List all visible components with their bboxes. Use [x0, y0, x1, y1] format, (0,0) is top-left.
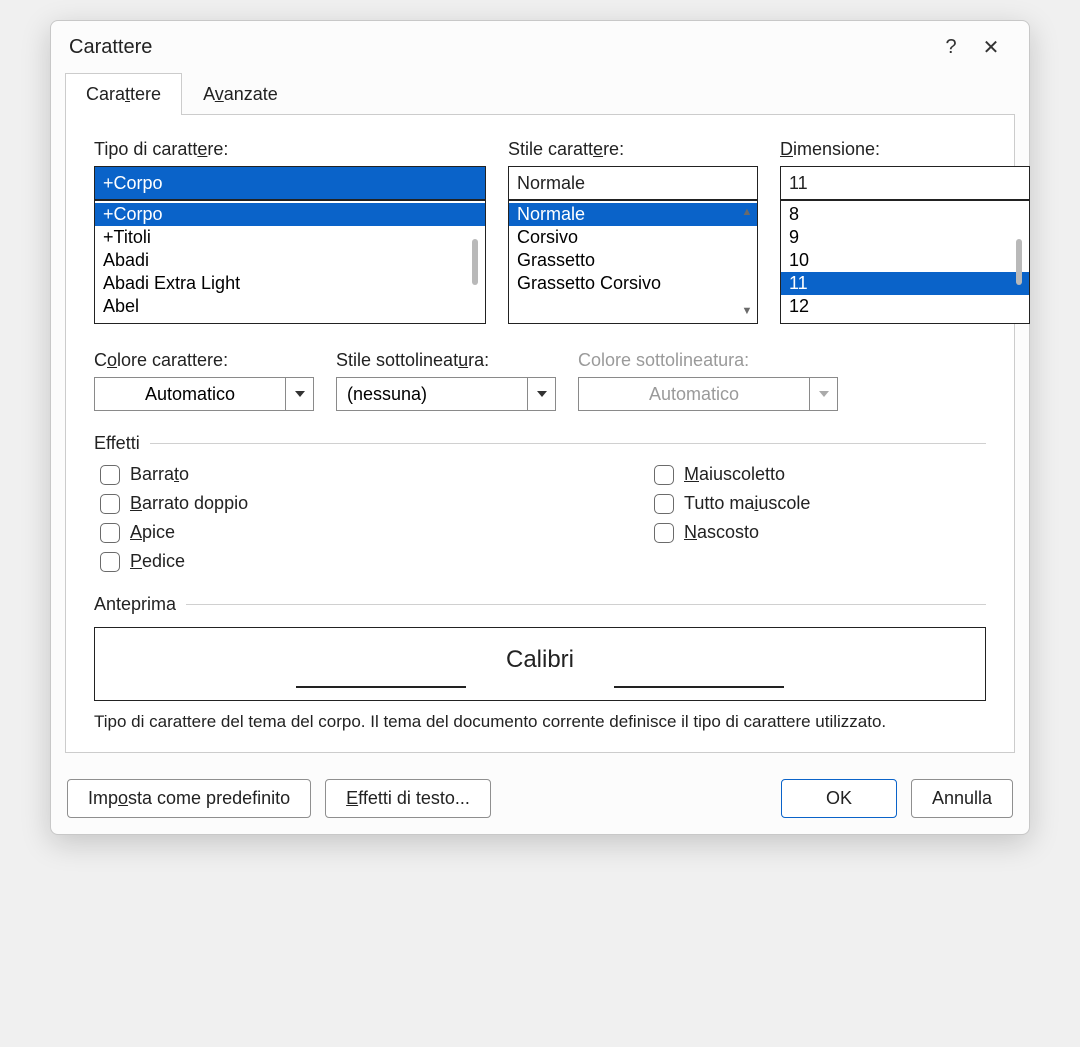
cancel-button[interactable]: Annulla — [911, 779, 1013, 818]
dialog-title: Carattere — [69, 36, 931, 59]
label-style: Stile carattere: — [508, 139, 758, 160]
list-item[interactable]: Normale — [509, 203, 757, 226]
scroll-up-icon[interactable]: ▲ — [742, 207, 753, 218]
footer: Imposta come predefinito Effetti di test… — [51, 767, 1029, 834]
checkbox-smallcaps[interactable]: Maiuscoletto — [654, 464, 810, 485]
list-item[interactable]: +Titoli — [95, 226, 485, 249]
underline-style-dropdown[interactable]: (nessuna) — [336, 377, 556, 411]
list-item[interactable]: Corsivo — [509, 226, 757, 249]
scroll-down-icon[interactable]: ▼ — [742, 306, 753, 317]
list-item[interactable]: Grassetto — [509, 249, 757, 272]
font-listbox[interactable]: +Corpo +Titoli Abadi Abadi Extra Light A… — [94, 200, 486, 324]
label-font-color: Colore carattere: — [94, 350, 314, 371]
scrollbar[interactable] — [1011, 207, 1027, 317]
tab-advanced[interactable]: Avanzate — [182, 73, 299, 115]
chevron-down-icon — [285, 378, 313, 410]
checkbox-superscript[interactable]: Apice — [100, 522, 654, 543]
list-item[interactable]: 8 — [781, 203, 1029, 226]
set-default-button[interactable]: Imposta come predefinito — [67, 779, 311, 818]
font-dialog: Carattere ? ✕ Carattere Avanzate Tipo di… — [50, 20, 1030, 835]
preview-legend: Anteprima — [94, 594, 176, 615]
font-size-input[interactable] — [780, 166, 1030, 200]
font-name-input[interactable] — [94, 166, 486, 200]
style-listbox[interactable]: Normale Corsivo Grassetto Grassetto Cors… — [508, 200, 758, 324]
preview-group: Anteprima Calibri Tipo di carattere del … — [94, 594, 986, 734]
label-size: Dimensione: — [780, 139, 1030, 160]
preview-description: Tipo di carattere del tema del corpo. Il… — [94, 711, 986, 734]
list-item[interactable]: 10 — [781, 249, 1029, 272]
list-item[interactable]: 11 — [781, 272, 1029, 295]
preview-underline-left — [296, 686, 466, 688]
close-button[interactable]: ✕ — [971, 35, 1011, 60]
label-underline-style: Stile sottolineatura: — [336, 350, 556, 371]
chevron-down-icon — [809, 378, 837, 410]
list-item[interactable]: Abadi Extra Light — [95, 272, 485, 295]
checkbox-double-strikethrough[interactable]: Barrato doppio — [100, 493, 654, 514]
size-listbox[interactable]: 8 9 10 11 12 — [780, 200, 1030, 324]
scrollbar[interactable]: ▲ ▼ — [739, 207, 755, 317]
scrollbar[interactable] — [467, 207, 483, 317]
preview-underline-right — [614, 686, 784, 688]
label-underline-color: Colore sottolineatura: — [578, 350, 838, 371]
preview-box: Calibri — [94, 627, 986, 701]
checkbox-subscript[interactable]: Pedice — [100, 551, 654, 572]
list-item[interactable]: +Corpo — [95, 203, 485, 226]
checkbox-strikethrough[interactable]: Barrato — [100, 464, 654, 485]
tab-font[interactable]: Carattere — [65, 73, 182, 115]
effects-legend: Effetti — [94, 433, 140, 454]
checkbox-allcaps[interactable]: Tutto maiuscole — [654, 493, 810, 514]
list-item[interactable]: Grassetto Corsivo — [509, 272, 757, 295]
preview-text: Calibri — [506, 646, 574, 674]
titlebar: Carattere ? ✕ — [51, 21, 1029, 66]
font-color-dropdown[interactable]: Automatico — [94, 377, 314, 411]
checkbox-hidden[interactable]: Nascosto — [654, 522, 810, 543]
list-item[interactable]: 12 — [781, 295, 1029, 318]
help-button[interactable]: ? — [931, 36, 971, 59]
panel: Tipo di carattere: +Corpo +Titoli Abadi … — [65, 114, 1015, 753]
ok-button[interactable]: OK — [781, 779, 897, 818]
list-item[interactable]: 9 — [781, 226, 1029, 249]
list-item[interactable]: Abel — [95, 295, 485, 318]
label-font: Tipo di carattere: — [94, 139, 486, 160]
font-style-input[interactable] — [508, 166, 758, 200]
text-effects-button[interactable]: Effetti di testo... — [325, 779, 491, 818]
tab-strip: Carattere Avanzate — [51, 66, 1029, 114]
list-item[interactable]: Abadi — [95, 249, 485, 272]
underline-color-dropdown: Automatico — [578, 377, 838, 411]
chevron-down-icon — [527, 378, 555, 410]
effects-group: Effetti Barrato Barrato doppio Apice Ped… — [94, 433, 986, 572]
